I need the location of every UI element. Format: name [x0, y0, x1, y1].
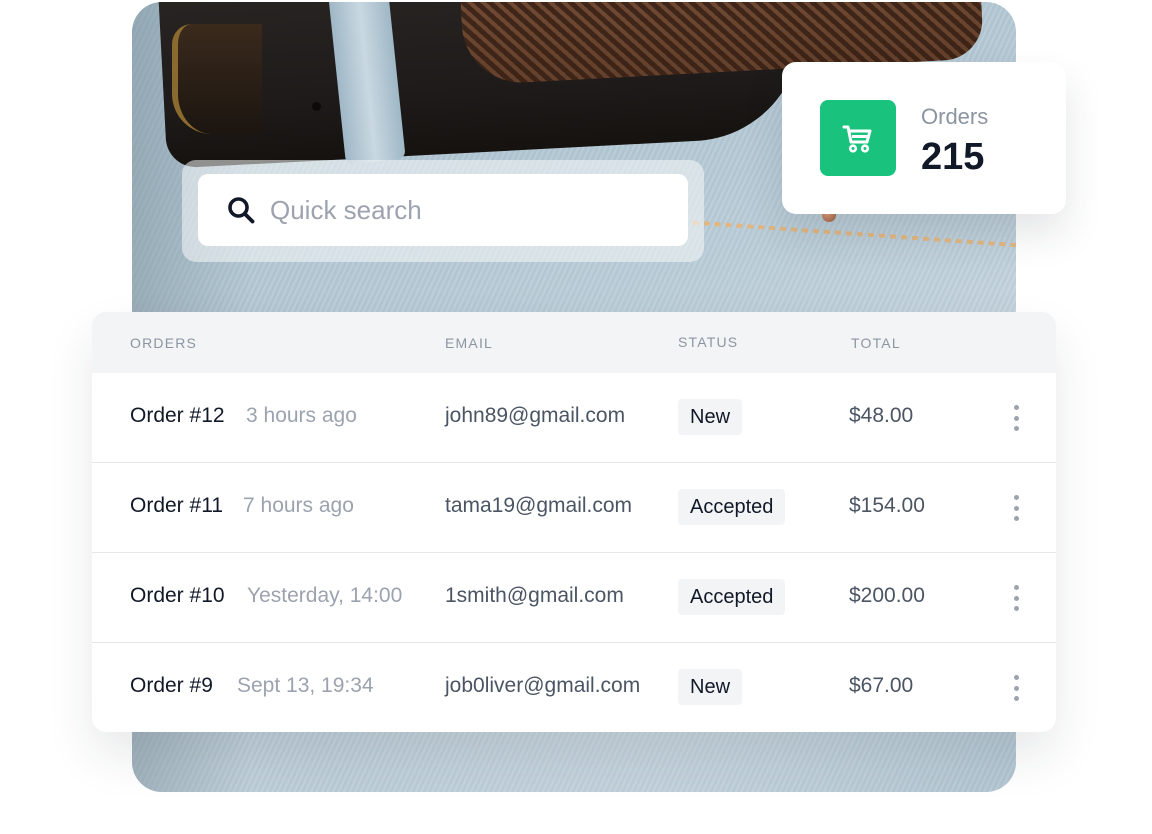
- order-total: $67.00: [849, 674, 914, 697]
- column-header-status[interactable]: STATUS: [678, 334, 738, 350]
- order-email: john89@gmail.com: [445, 404, 626, 427]
- column-header-email[interactable]: EMAIL: [445, 335, 493, 351]
- order-time: 3 hours ago: [246, 404, 357, 427]
- column-header-total[interactable]: TOTAL: [851, 335, 901, 351]
- order-time: Yesterday, 14:00: [247, 584, 403, 607]
- order-number[interactable]: Order #10: [130, 584, 225, 608]
- status-badge: New: [678, 669, 743, 705]
- orders-stat-label: Orders: [921, 104, 989, 129]
- orders-table: ORDERS EMAIL STATUS TOTAL Order #12 3 ho…: [92, 312, 1056, 732]
- order-time: 7 hours ago: [243, 494, 354, 517]
- dashboard-stage: Orders 215 ORDERS EMAIL STATUS TOTAL Ord…: [0, 0, 1152, 834]
- table-row[interactable]: Order #9 Sept 13, 19:34 job0liver@gmail.…: [92, 642, 1056, 732]
- order-email: 1smith@gmail.com: [445, 584, 624, 607]
- order-email: job0liver@gmail.com: [445, 674, 641, 697]
- status-badge: Accepted: [678, 579, 786, 615]
- belt-buckle: [172, 24, 262, 134]
- search-box[interactable]: [198, 174, 688, 246]
- search-input[interactable]: [270, 194, 650, 226]
- table-row[interactable]: Order #10 Yesterday, 14:00 1smith@gmail.…: [92, 552, 1056, 642]
- shopping-cart-icon: [842, 125, 872, 153]
- order-total: $154.00: [849, 494, 925, 517]
- more-vertical-icon[interactable]: [1006, 403, 1026, 433]
- jeans-stitching: [692, 220, 1016, 248]
- orders-icon-tile: [820, 100, 896, 176]
- orders-stat-card: Orders 215: [782, 62, 1066, 214]
- search-icon: [228, 197, 255, 224]
- status-badge: New: [678, 399, 743, 435]
- more-vertical-icon[interactable]: [1006, 673, 1026, 703]
- order-time: Sept 13, 19:34: [237, 674, 374, 697]
- more-vertical-icon[interactable]: [1006, 493, 1026, 523]
- order-email: tama19@gmail.com: [445, 494, 633, 517]
- table-row[interactable]: Order #11 7 hours ago tama19@gmail.com A…: [92, 462, 1056, 552]
- order-number[interactable]: Order #12: [130, 404, 225, 428]
- status-badge: Accepted: [678, 489, 786, 525]
- order-total: $48.00: [849, 404, 914, 427]
- column-header-orders[interactable]: ORDERS: [130, 335, 197, 351]
- order-number[interactable]: Order #9: [130, 674, 213, 698]
- order-total: $200.00: [849, 584, 925, 607]
- orders-stat-value: 215: [921, 136, 985, 178]
- more-vertical-icon[interactable]: [1006, 583, 1026, 613]
- belt-hole: [312, 102, 321, 111]
- table-row[interactable]: Order #12 3 hours ago john89@gmail.com N…: [92, 373, 1056, 463]
- order-number[interactable]: Order #11: [130, 494, 223, 518]
- table-header: ORDERS EMAIL STATUS TOTAL: [92, 312, 1056, 373]
